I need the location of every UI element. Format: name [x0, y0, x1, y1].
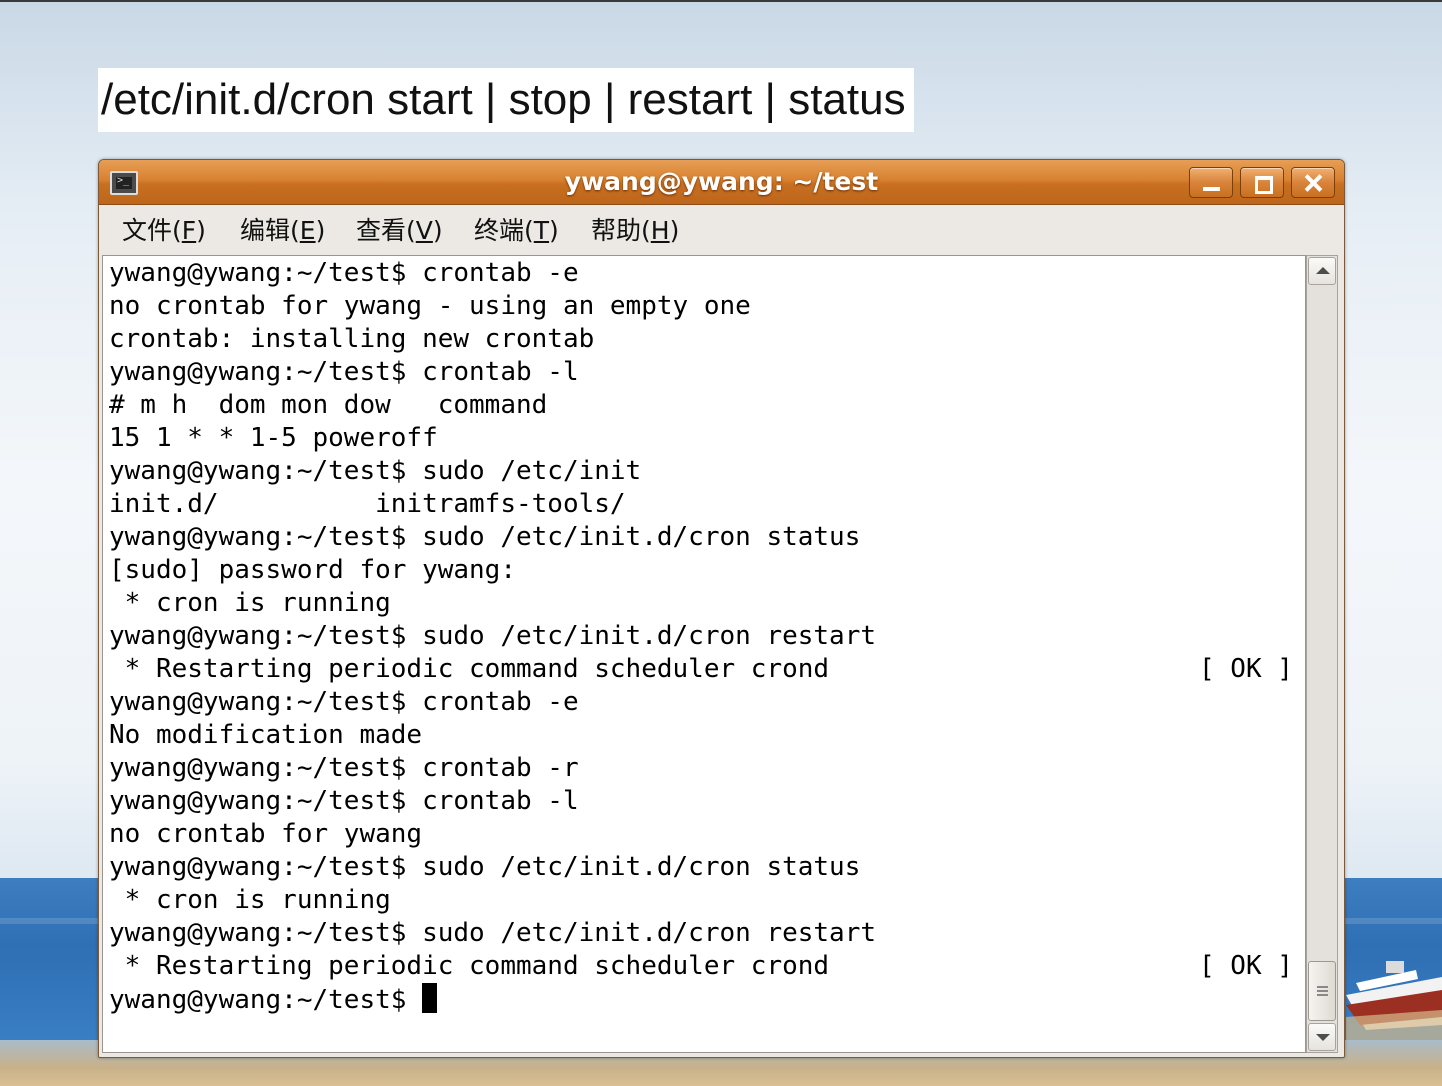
terminal-line: ywang@ywang:~/test$ crontab -e — [109, 257, 876, 290]
terminal-line-text: init.d/ initramfs-tools/ — [109, 489, 626, 519]
text-cursor — [422, 983, 438, 1013]
terminal-line-text: ywang@ywang:~/test$ crontab -e — [109, 258, 579, 288]
terminal-line-text: [sudo] password for ywang: — [109, 555, 516, 585]
terminal-line-text: * Restarting periodic command scheduler … — [109, 951, 830, 981]
status-ok-label: [ OK ] — [1199, 951, 1293, 981]
menu-terminal[interactable]: 终端(T) — [474, 205, 559, 255]
terminal-line: init.d/ initramfs-tools/ — [109, 488, 876, 521]
terminal-line: ywang@ywang:~/test$ sudo /etc/init.d/cro… — [109, 620, 876, 653]
menu-edit[interactable]: 编辑(E) — [240, 205, 325, 255]
terminal-line: ywang@ywang:~/test$ crontab -r — [109, 752, 876, 785]
terminal-line-text: ywang@ywang:~/test$ sudo /etc/init.d/cro… — [109, 852, 861, 882]
menu-terminal-close: ) — [549, 216, 559, 245]
terminal-line: * cron is running — [109, 884, 876, 917]
terminal-line-text: ywang@ywang:~/test$ — [109, 985, 423, 1015]
terminal-line-text: * cron is running — [109, 588, 391, 618]
terminal-line-text: ywang@ywang:~/test$ crontab -l — [109, 357, 579, 387]
ship-image — [1346, 961, 1442, 1040]
menu-file[interactable]: 文件(F) — [122, 205, 206, 255]
terminal-line-text: ywang@ywang:~/test$ crontab -e — [109, 687, 579, 717]
terminal-window[interactable]: ywang@ywang: ~/test 文件(F) 编辑(E) 查看(V) 终端… — [98, 159, 1345, 1058]
terminal-line: ywang@ywang:~/test$ sudo /etc/init.d/cro… — [109, 851, 876, 884]
terminal-line: ywang@ywang:~/test$ crontab -e — [109, 686, 876, 719]
terminal-line: * Restarting periodic command scheduler … — [109, 653, 1293, 686]
terminal-line: ywang@ywang:~/test$ sudo /etc/init.d/cro… — [109, 917, 876, 950]
terminal-line: ywang@ywang:~/test$ sudo /etc/init.d/cro… — [109, 521, 876, 554]
menu-help[interactable]: 帮助(H) — [591, 205, 679, 255]
terminal-line: [sudo] password for ywang: — [109, 554, 876, 587]
terminal-line-text: * Restarting periodic command scheduler … — [109, 654, 830, 684]
terminal-line: # m h dom mon dow command — [109, 389, 876, 422]
terminal-line: 15 1 * * 1-5 poweroff — [109, 422, 876, 455]
terminal-line-text: ywang@ywang:~/test$ sudo /etc/init.d/cro… — [109, 522, 861, 552]
menu-file-mnemonic: F — [181, 216, 197, 245]
window-title: ywang@ywang: ~/test — [564, 167, 879, 196]
status-ok-label: [ OK ] — [1199, 654, 1293, 684]
screen-edge — [0, 0, 1442, 2]
menu-view-label: 查看( — [356, 216, 416, 245]
menu-view-mnemonic: V — [415, 216, 433, 245]
menu-view[interactable]: 查看(V) — [356, 205, 443, 255]
terminal-line: ywang@ywang:~/test$ crontab -l — [109, 785, 876, 818]
terminal-line: * cron is running — [109, 587, 876, 620]
maximize-button[interactable] — [1240, 167, 1284, 198]
terminal-output[interactable]: ywang@ywang:~/test$ crontab -e no crontab… — [102, 255, 1306, 1053]
menu-file-close: ) — [196, 216, 206, 245]
menu-terminal-label: 终端( — [474, 216, 534, 245]
terminal-line-text: ywang@ywang:~/test$ sudo /etc/init.d/cro… — [109, 918, 877, 948]
terminal-line-text: 15 1 * * 1-5 poweroff — [109, 423, 438, 453]
window-titlebar[interactable]: ywang@ywang: ~/test — [99, 160, 1344, 205]
vertical-scrollbar[interactable] — [1306, 255, 1338, 1053]
terminal-line-text: No modification made — [109, 720, 423, 750]
terminal-line: * Restarting periodic command scheduler … — [109, 950, 1293, 983]
terminal-line: crontab: installing new crontab — [109, 323, 876, 356]
slide-title: /etc/init.d/cron start | stop | restart … — [98, 68, 914, 132]
terminal-line-text: # m h dom mon dow command — [109, 390, 548, 420]
terminal-line-text: * cron is running — [109, 885, 391, 915]
terminal-line: no crontab for ywang — [109, 818, 876, 851]
terminal-line-text: ywang@ywang:~/test$ sudo /etc/init — [109, 456, 642, 486]
menu-file-label: 文件( — [122, 216, 182, 245]
menu-help-mnemonic: H — [650, 216, 670, 245]
menu-view-close: ) — [432, 216, 443, 245]
terminal-line-text: ywang@ywang:~/test$ crontab -r — [109, 753, 579, 783]
terminal-line-text: crontab: installing new crontab — [109, 324, 595, 354]
terminal-text: ywang@ywang:~/test$ crontab -e no crontab… — [109, 257, 1293, 1016]
minimize-button[interactable] — [1189, 167, 1233, 198]
menu-help-close: ) — [669, 216, 680, 245]
menu-help-label: 帮助( — [591, 216, 651, 245]
terminal-line: ywang@ywang:~/test$ — [109, 983, 876, 1016]
terminal-line: No modification made — [109, 719, 876, 752]
scrollbar-thumb[interactable] — [1308, 961, 1336, 1021]
terminal-line-text: no crontab for ywang - using an empty on… — [109, 291, 751, 321]
menu-edit-close: ) — [315, 216, 326, 245]
terminal-line: ywang@ywang:~/test$ sudo /etc/init — [109, 455, 876, 488]
terminal-line: ywang@ywang:~/test$ crontab -l — [109, 356, 876, 389]
menu-terminal-mnemonic: T — [533, 216, 550, 245]
menu-edit-mnemonic: E — [299, 216, 316, 245]
scroll-up-button[interactable] — [1308, 257, 1336, 285]
terminal-line-text: ywang@ywang:~/test$ crontab -l — [109, 786, 579, 816]
scroll-down-button[interactable] — [1308, 1023, 1336, 1051]
close-button[interactable] — [1291, 167, 1335, 198]
terminal-line-text: ywang@ywang:~/test$ sudo /etc/init.d/cro… — [109, 621, 877, 651]
menu-edit-label: 编辑( — [240, 216, 300, 245]
menu-bar: 文件(F) 编辑(E) 查看(V) 终端(T) 帮助(H) — [99, 205, 1344, 255]
terminal-line-text: no crontab for ywang — [109, 819, 423, 849]
terminal-line: no crontab for ywang - using an empty on… — [109, 290, 876, 323]
